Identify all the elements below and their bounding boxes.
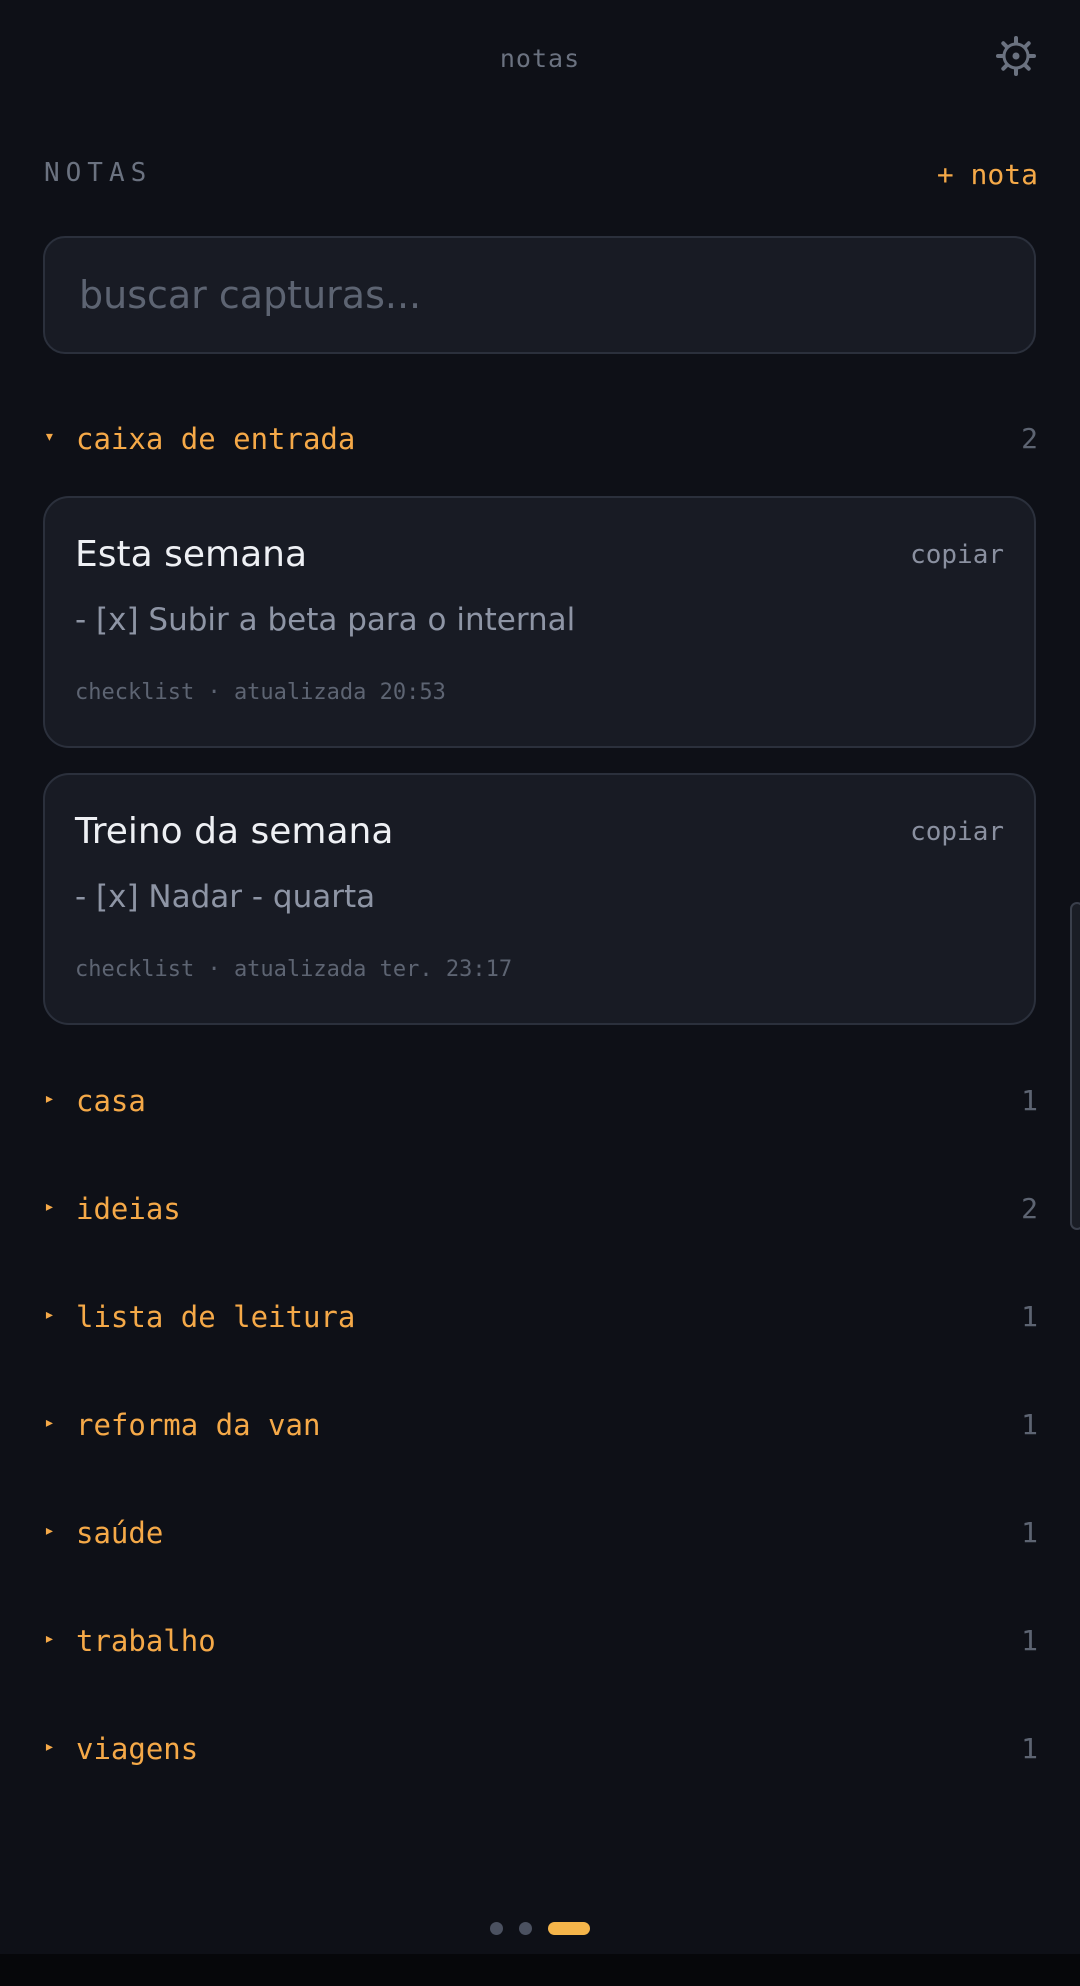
chevron-right-icon: ▸: [44, 1412, 55, 1433]
note-preview: - [x] Subir a beta para o internal: [75, 602, 576, 638]
section-title: NOTAS: [44, 158, 153, 188]
folder-name: casa: [76, 1084, 146, 1118]
page-dot[interactable]: [490, 1921, 503, 1935]
folder-count: 1: [1021, 1408, 1038, 1441]
folder-row-casa[interactable]: ▸ casa 1: [44, 1080, 1038, 1130]
folder-name: viagens: [76, 1732, 199, 1766]
app-title: notas: [499, 44, 581, 73]
folder-row-saude[interactable]: ▸ saúde 1: [44, 1512, 1038, 1562]
chevron-right-icon: ▸: [44, 1196, 55, 1217]
chevron-right-icon: ▸: [44, 1520, 55, 1541]
note-preview: - [x] Nadar - quarta: [75, 879, 376, 915]
folder-row-lista-de-leitura[interactable]: ▸ lista de leitura 1: [44, 1296, 1038, 1346]
scrollbar-handle[interactable]: [1070, 902, 1080, 1230]
search-input[interactable]: [45, 238, 1034, 352]
system-nav-bar: [0, 1954, 1080, 1986]
folder-row-inbox[interactable]: ▾ caixa de entrada 2: [44, 418, 1038, 468]
folder-name: trabalho: [76, 1624, 216, 1658]
note-card[interactable]: Treino da semana copiar - [x] Nadar - qu…: [43, 773, 1036, 1025]
page-indicator: [0, 1920, 1080, 1936]
new-note-button[interactable]: + nota: [937, 158, 1038, 191]
chevron-down-icon: ▾: [44, 426, 55, 447]
folder-row-trabalho[interactable]: ▸ trabalho 1: [44, 1620, 1038, 1670]
note-title: Treino da semana: [75, 811, 394, 852]
note-title: Esta semana: [75, 534, 308, 575]
folder-count: 1: [1021, 1732, 1038, 1765]
folder-name: reforma da van: [76, 1408, 321, 1442]
page-dot[interactable]: [519, 1921, 532, 1935]
folder-name: saúde: [76, 1516, 164, 1550]
folder-count: 2: [1021, 1192, 1038, 1225]
folder-count: 1: [1021, 1084, 1038, 1117]
note-meta: checklist · atualizada 20:53: [75, 680, 446, 705]
folder-row-reforma-da-van[interactable]: ▸ reforma da van 1: [44, 1404, 1038, 1454]
page-dot-active[interactable]: [548, 1921, 590, 1935]
folder-name: caixa de entrada: [76, 422, 356, 456]
folder-name: ideias: [76, 1192, 181, 1226]
note-meta: checklist · atualizada ter. 23:17: [75, 957, 513, 982]
folder-count: 2: [1021, 422, 1038, 455]
top-bar: notas: [0, 0, 1080, 120]
chevron-right-icon: ▸: [44, 1088, 55, 1109]
copy-button[interactable]: copiar: [910, 817, 1004, 847]
chevron-right-icon: ▸: [44, 1628, 55, 1649]
folder-row-ideias[interactable]: ▸ ideias 2: [44, 1188, 1038, 1238]
folder-count: 1: [1021, 1516, 1038, 1549]
chevron-right-icon: ▸: [44, 1304, 55, 1325]
folder-name: lista de leitura: [76, 1300, 356, 1334]
settings-icon[interactable]: [996, 36, 1036, 76]
folder-count: 1: [1021, 1300, 1038, 1333]
copy-button[interactable]: copiar: [910, 540, 1004, 570]
folder-row-viagens[interactable]: ▸ viagens 1: [44, 1728, 1038, 1778]
note-card[interactable]: Esta semana copiar - [x] Subir a beta pa…: [43, 496, 1036, 748]
chevron-right-icon: ▸: [44, 1736, 55, 1757]
search-box: [43, 236, 1036, 354]
folder-count: 1: [1021, 1624, 1038, 1657]
